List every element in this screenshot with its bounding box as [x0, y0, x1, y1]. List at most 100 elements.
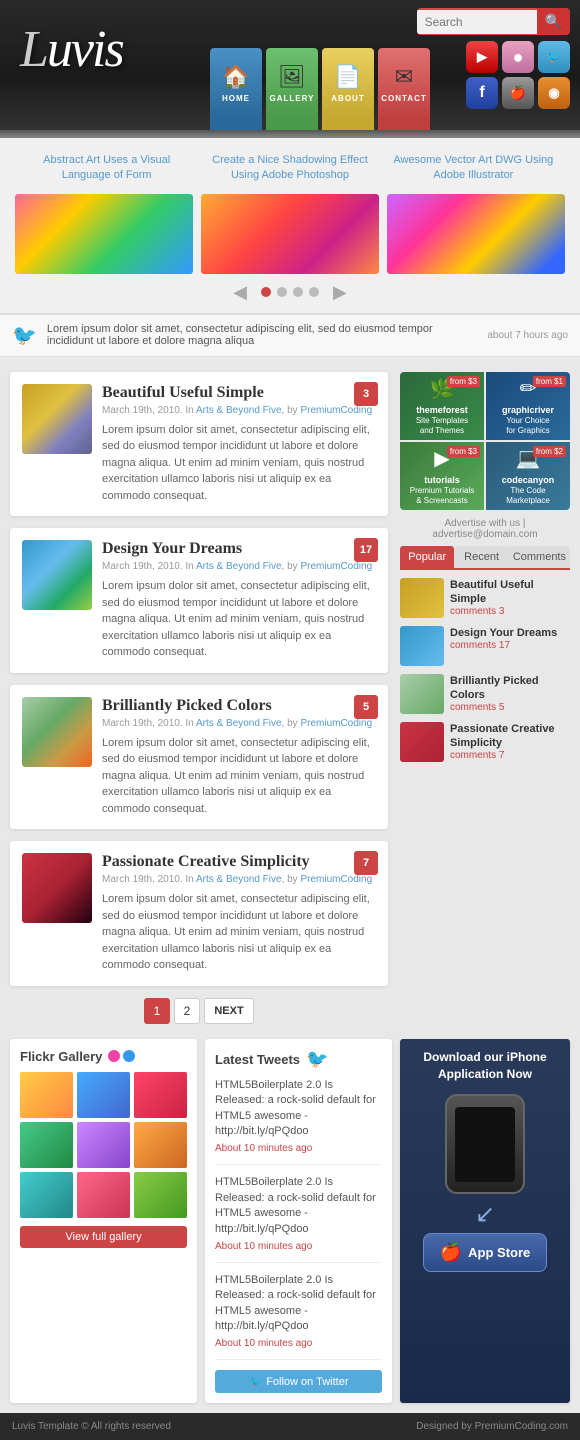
- apple-store-icon: 🍎: [440, 1242, 462, 1263]
- search-input[interactable]: [417, 10, 537, 34]
- post-title-3[interactable]: Brilliantly Picked Colors: [102, 697, 376, 715]
- flickr-icon[interactable]: ●: [502, 41, 534, 73]
- twitter-social-icon[interactable]: 🐦: [538, 41, 570, 73]
- flickr-img-2[interactable]: [77, 1072, 130, 1118]
- post-title-1[interactable]: Beautiful Useful Simple: [102, 384, 376, 402]
- sidebar-tab-recent[interactable]: Recent: [454, 546, 508, 568]
- post-thumb-1[interactable]: [22, 384, 92, 454]
- flickr-img-7[interactable]: [20, 1172, 73, 1218]
- rss-icon[interactable]: ◉: [538, 77, 570, 109]
- post-category-3[interactable]: Arts & Beyond Five: [196, 718, 282, 729]
- tweet-time-3: About 10 minutes ago: [215, 1337, 382, 1351]
- nav-gallery[interactable]: 🖼 GALLERY: [266, 48, 318, 130]
- main: Beautiful Useful Simple March 19th, 2010…: [0, 357, 580, 1039]
- post-excerpt-3: Lorem ipsum dolor sit amet, consectetur …: [102, 735, 376, 818]
- post-card-3: Brilliantly Picked Colors March 19th, 20…: [10, 685, 388, 830]
- app-title: Download our iPhone Application Now: [410, 1049, 560, 1083]
- post-excerpt-1: Lorem ipsum dolor sit amet, consectetur …: [102, 422, 376, 505]
- flickr-img-9[interactable]: [134, 1172, 187, 1218]
- sidebar-post-title-4[interactable]: Passionate Creative Simplicity: [450, 722, 570, 751]
- ad-themeforest[interactable]: from $3 🌿 themeforestSite Templatesand T…: [400, 372, 484, 440]
- apple-icon[interactable]: 🍎: [502, 77, 534, 109]
- post-comments-4[interactable]: 7: [354, 851, 378, 875]
- ad-graphicriver[interactable]: from $1 ✏ graphicriverYour Choicefor Gra…: [486, 372, 570, 440]
- sidebar-thumb-3[interactable]: [400, 674, 444, 714]
- ad-codecanyon[interactable]: from $2 💻 codecanyonThe CodeMarketplace: [486, 442, 570, 510]
- page-button-1[interactable]: 1: [144, 998, 170, 1024]
- slide-image-2[interactable]: [201, 194, 379, 274]
- slider-dot-2[interactable]: [277, 287, 287, 297]
- youtube-icon[interactable]: ▶: [466, 41, 498, 73]
- slider-titles: Abstract Art Uses a Visual Language of F…: [15, 153, 565, 184]
- nav-about[interactable]: 📄 ABOUT: [322, 48, 374, 130]
- post-title-2[interactable]: Design Your Dreams: [102, 540, 376, 558]
- sidebar-thumb-1[interactable]: [400, 578, 444, 618]
- post-author-2[interactable]: PremiumCoding: [300, 561, 372, 572]
- flickr-logo-dots: [108, 1050, 135, 1062]
- post-meta-1: March 19th, 2010. In Arts & Beyond Five,…: [102, 405, 376, 416]
- post-thumb-3[interactable]: [22, 697, 92, 767]
- post-meta-4: March 19th, 2010. In Arts & Beyond Five,…: [102, 874, 376, 885]
- follow-twitter-button[interactable]: 🐦 Follow on Twitter: [215, 1370, 382, 1393]
- tweets-title: Latest Tweets 🐦: [215, 1049, 382, 1070]
- flickr-img-3[interactable]: [134, 1072, 187, 1118]
- tweet-item-2: HTML5Boilerplate 2.0 Is Released: a rock…: [215, 1175, 382, 1263]
- flickr-img-8[interactable]: [77, 1172, 130, 1218]
- post-category-4[interactable]: Arts & Beyond Five: [196, 874, 282, 885]
- post-thumb-4[interactable]: [22, 853, 92, 923]
- sidebar-thumb-4[interactable]: [400, 722, 444, 762]
- nav-home-label: HOME: [222, 94, 250, 103]
- view-gallery-button[interactable]: View full gallery: [20, 1226, 187, 1248]
- search-button[interactable]: 🔍: [537, 8, 570, 35]
- flickr-img-5[interactable]: [77, 1122, 130, 1168]
- post-comments-2[interactable]: 17: [354, 538, 378, 562]
- post-author-4[interactable]: PremiumCoding: [300, 874, 372, 885]
- post-thumb-2[interactable]: [22, 540, 92, 610]
- page-button-2[interactable]: 2: [174, 998, 200, 1024]
- slide-title-3[interactable]: Awesome Vector Art DWG Using Adobe Illus…: [388, 153, 558, 184]
- footer-right: Designed by PremiumCoding.com: [416, 1421, 568, 1432]
- post-comments-3[interactable]: 5: [354, 695, 378, 719]
- flickr-img-6[interactable]: [134, 1122, 187, 1168]
- slide-image-3[interactable]: [387, 194, 565, 274]
- post-author-3[interactable]: PremiumCoding: [300, 718, 372, 729]
- header-right: 🔍 ▶ ● 🐦 f 🍎 ◉: [417, 8, 570, 109]
- slide-title-1[interactable]: Abstract Art Uses a Visual Language of F…: [22, 153, 192, 184]
- flickr-section: Flickr Gallery View full gallery: [10, 1039, 197, 1404]
- sidebar-post-comments-3: comments 5: [450, 702, 570, 713]
- post-excerpt-4: Lorem ipsum dolor sit amet, consectetur …: [102, 891, 376, 974]
- page-next-button[interactable]: NEXT: [204, 998, 254, 1024]
- flickr-dot-pink: [108, 1050, 120, 1062]
- twitter-bar-time: about 7 hours ago: [487, 330, 568, 341]
- flickr-img-4[interactable]: [20, 1122, 73, 1168]
- sidebar-post-title-3[interactable]: Brilliantly Picked Colors: [450, 674, 570, 703]
- sidebar-post-comments-2: comments 17: [450, 640, 557, 651]
- slider-next-arrow[interactable]: ▶: [325, 282, 355, 303]
- sidebar-tab-popular[interactable]: Popular: [400, 546, 454, 568]
- post-title-4[interactable]: Passionate Creative Simplicity: [102, 853, 376, 871]
- slider-dot-4[interactable]: [309, 287, 319, 297]
- post-category-2[interactable]: Arts & Beyond Five: [196, 561, 282, 572]
- sidebar-post-title-1[interactable]: Beautiful Useful Simple: [450, 578, 570, 607]
- sidebar-thumb-2[interactable]: [400, 626, 444, 666]
- facebook-icon[interactable]: f: [466, 77, 498, 109]
- app-arrow-icon: ↙: [475, 1200, 495, 1229]
- tweet-item-3: HTML5Boilerplate 2.0 Is Released: a rock…: [215, 1273, 382, 1361]
- slider-prev-arrow[interactable]: ◀: [225, 282, 255, 303]
- post-category-1[interactable]: Arts & Beyond Five: [196, 405, 282, 416]
- slider-dot-3[interactable]: [293, 287, 303, 297]
- app-phone-image: [445, 1094, 525, 1194]
- social-icons: ▶ ● 🐦 f 🍎 ◉: [460, 41, 570, 109]
- ad-tutorials[interactable]: from $3 ▶ tutorialsPremium Tutorials& Sc…: [400, 442, 484, 510]
- home-icon: 🏠: [222, 64, 249, 90]
- flickr-img-1[interactable]: [20, 1072, 73, 1118]
- slide-title-2[interactable]: Create a Nice Shadowing Effect Using Ado…: [205, 153, 375, 184]
- nav-home[interactable]: 🏠 HOME: [210, 48, 262, 130]
- post-comments-1[interactable]: 3: [354, 382, 378, 406]
- app-store-button[interactable]: 🍎 App Store: [423, 1233, 548, 1272]
- slider-dot-1[interactable]: [261, 287, 271, 297]
- post-author-1[interactable]: PremiumCoding: [300, 405, 372, 416]
- slide-image-1[interactable]: [15, 194, 193, 274]
- sidebar-tab-comments[interactable]: Comments: [509, 546, 570, 568]
- sidebar-post-title-2[interactable]: Design Your Dreams: [450, 626, 557, 640]
